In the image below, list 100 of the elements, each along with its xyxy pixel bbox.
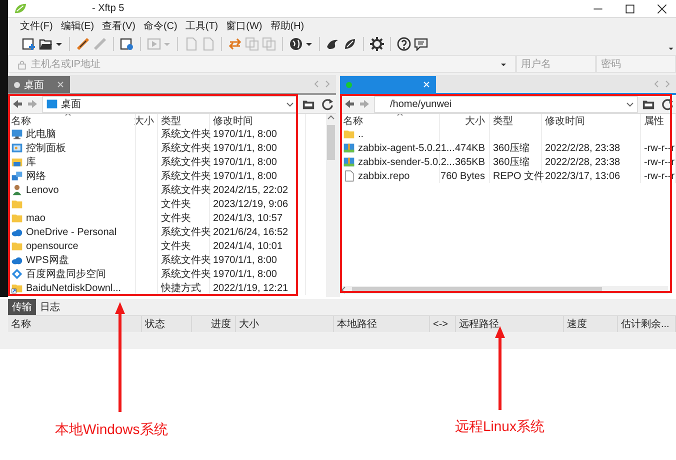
table-cell: 2024/2/15, 22:02 — [210, 183, 306, 197]
table-cell: 文件夹 — [158, 211, 210, 225]
table-cell: 系统文件夹 — [158, 155, 210, 169]
folder-icon — [11, 240, 23, 252]
file-icon — [343, 170, 355, 182]
computer-icon — [11, 128, 23, 140]
table-cell: 系统文件夹 — [158, 183, 210, 197]
folder-icon — [343, 128, 355, 140]
file-name[interactable]: zabbix.repo — [358, 170, 410, 182]
swap-arrows-icon[interactable] — [228, 37, 242, 51]
status-dot-icon — [14, 82, 20, 88]
column-header[interactable]: 类型 — [490, 114, 542, 127]
column-header[interactable]: 属性 — [641, 114, 676, 127]
column-header[interactable]: 类型 — [158, 114, 210, 127]
table-cell: 系统文件夹 — [158, 225, 210, 239]
table-cell: REPO 文件 — [490, 169, 542, 183]
annotation-label: 本地Windows系统 — [55, 421, 168, 439]
globe-icon[interactable] — [289, 37, 313, 51]
library-icon — [11, 156, 23, 168]
column-header[interactable]: 修改时间 — [210, 114, 306, 127]
table-cell: 2023/12/19, 9:06 — [210, 197, 306, 211]
file-name[interactable]: zabbix-agent-5.0.21... — [358, 142, 455, 154]
column-header[interactable]: 速度 — [564, 316, 618, 332]
username-field[interactable]: 用户名 — [516, 55, 596, 73]
column-header[interactable]: 进度 — [192, 316, 236, 332]
maximize-icon[interactable] — [624, 2, 636, 14]
file-name[interactable]: 控制面板 — [26, 141, 66, 155]
file-name[interactable]: zabbix-sender-5.0.2... — [358, 156, 455, 168]
column-header[interactable]: 状态 — [142, 316, 192, 332]
table-cell: 2022/2/28, 23:38 — [542, 141, 641, 155]
table-cell: 2024/1/4, 10:01 — [210, 239, 306, 253]
table-cell: 系统文件夹 — [158, 141, 210, 155]
password-field[interactable]: 密码 — [596, 55, 676, 73]
file-name[interactable]: WPS网盘 — [26, 253, 69, 267]
table-cell: 2024/1/3, 10:57 — [210, 211, 306, 225]
column-header[interactable]: 名称 — [8, 114, 136, 127]
tab[interactable]: 日志 — [36, 299, 64, 315]
window-gear-icon[interactable] — [120, 37, 134, 51]
menu-item[interactable]: 编辑(E) — [60, 19, 94, 33]
table-cell: 系统文件夹 — [158, 127, 210, 141]
status-dot-icon — [346, 82, 352, 88]
file-name[interactable]: 网络 — [26, 169, 46, 183]
column-header[interactable]: <-> — [430, 316, 456, 332]
column-header[interactable]: 大小 — [440, 114, 490, 127]
back-forward-icon[interactable] — [344, 98, 370, 110]
network-icon — [11, 170, 23, 182]
column-header[interactable]: 名称 — [340, 114, 440, 127]
window-title: - Xftp 5 — [92, 3, 124, 14]
file-name[interactable]: 此电脑 — [26, 127, 56, 141]
folder-icon — [11, 212, 23, 224]
menu-item[interactable]: 工具(T) — [185, 19, 218, 33]
folder-icon — [46, 98, 58, 110]
table-cell: 2022/3/17, 13:06 — [542, 169, 641, 183]
help-icon[interactable] — [397, 37, 411, 51]
close-icon[interactable] — [656, 2, 668, 14]
path-field[interactable]: 桌面 — [42, 96, 298, 112]
table-cell: 文件夹 — [158, 197, 210, 211]
control-panel-icon — [11, 142, 23, 154]
session-tab[interactable]: 桌面 — [8, 76, 70, 93]
menu-item[interactable]: 文件(F) — [20, 19, 53, 33]
chevron-icon[interactable] — [626, 102, 634, 106]
leaf-icon[interactable] — [343, 37, 357, 51]
menu-item[interactable]: 命令(C) — [143, 19, 178, 33]
menu-item[interactable]: 查看(V) — [102, 19, 136, 33]
table-cell: 系统文件夹 — [158, 253, 210, 267]
column-header[interactable]: 本地路径 — [334, 316, 430, 332]
file-name[interactable]: 百度网盘同步空间 — [26, 267, 106, 281]
tab[interactable]: 传输 — [8, 299, 36, 315]
chat-icon[interactable] — [414, 37, 428, 51]
file-name[interactable]: opensource — [26, 240, 78, 252]
column-header[interactable]: 估计剩余... — [618, 316, 676, 332]
window-plus-icon[interactable] — [22, 37, 36, 51]
table-cell: 2022/1/19, 12:21 — [210, 281, 306, 295]
overflow-caret-icon[interactable] — [668, 46, 674, 51]
table-cell: 1970/1/1, 8:00 — [210, 127, 306, 141]
menu-item[interactable]: 帮助(H) — [270, 19, 304, 33]
table-cell: 760 Bytes — [440, 169, 490, 183]
table-cell: 2022/2/28, 23:38 — [542, 155, 641, 169]
file-name[interactable]: 库 — [26, 155, 36, 169]
user-icon — [11, 184, 23, 196]
file-name[interactable]: mao — [26, 212, 46, 224]
table-cell: 系统文件夹 — [158, 267, 210, 281]
file-name[interactable]: OneDrive - Personal — [26, 226, 117, 238]
plug-icon[interactable] — [76, 37, 90, 51]
file-name[interactable]: .. — [358, 128, 364, 140]
refresh-icon[interactable] — [321, 98, 334, 110]
table-cell: 1970/1/1, 8:00 — [210, 169, 306, 183]
folder-icon[interactable] — [39, 37, 63, 51]
settings-icon[interactable] — [370, 37, 384, 51]
column-header[interactable]: 修改时间 — [542, 114, 641, 127]
swirl-icon[interactable] — [326, 37, 340, 51]
back-forward-icon[interactable] — [12, 98, 38, 110]
dropdown-caret-icon[interactable] — [500, 62, 507, 66]
refresh-icon[interactable] — [661, 98, 674, 110]
path-field[interactable]: /home/yunwei — [374, 96, 638, 112]
file-name[interactable]: Lenovo — [26, 184, 59, 196]
file-name[interactable]: BaiduNetdiskDownl... — [26, 282, 122, 294]
menu-item[interactable]: 窗口(W) — [226, 19, 262, 33]
chevron-icon[interactable] — [286, 102, 294, 106]
column-header[interactable]: 大小 — [236, 316, 334, 332]
